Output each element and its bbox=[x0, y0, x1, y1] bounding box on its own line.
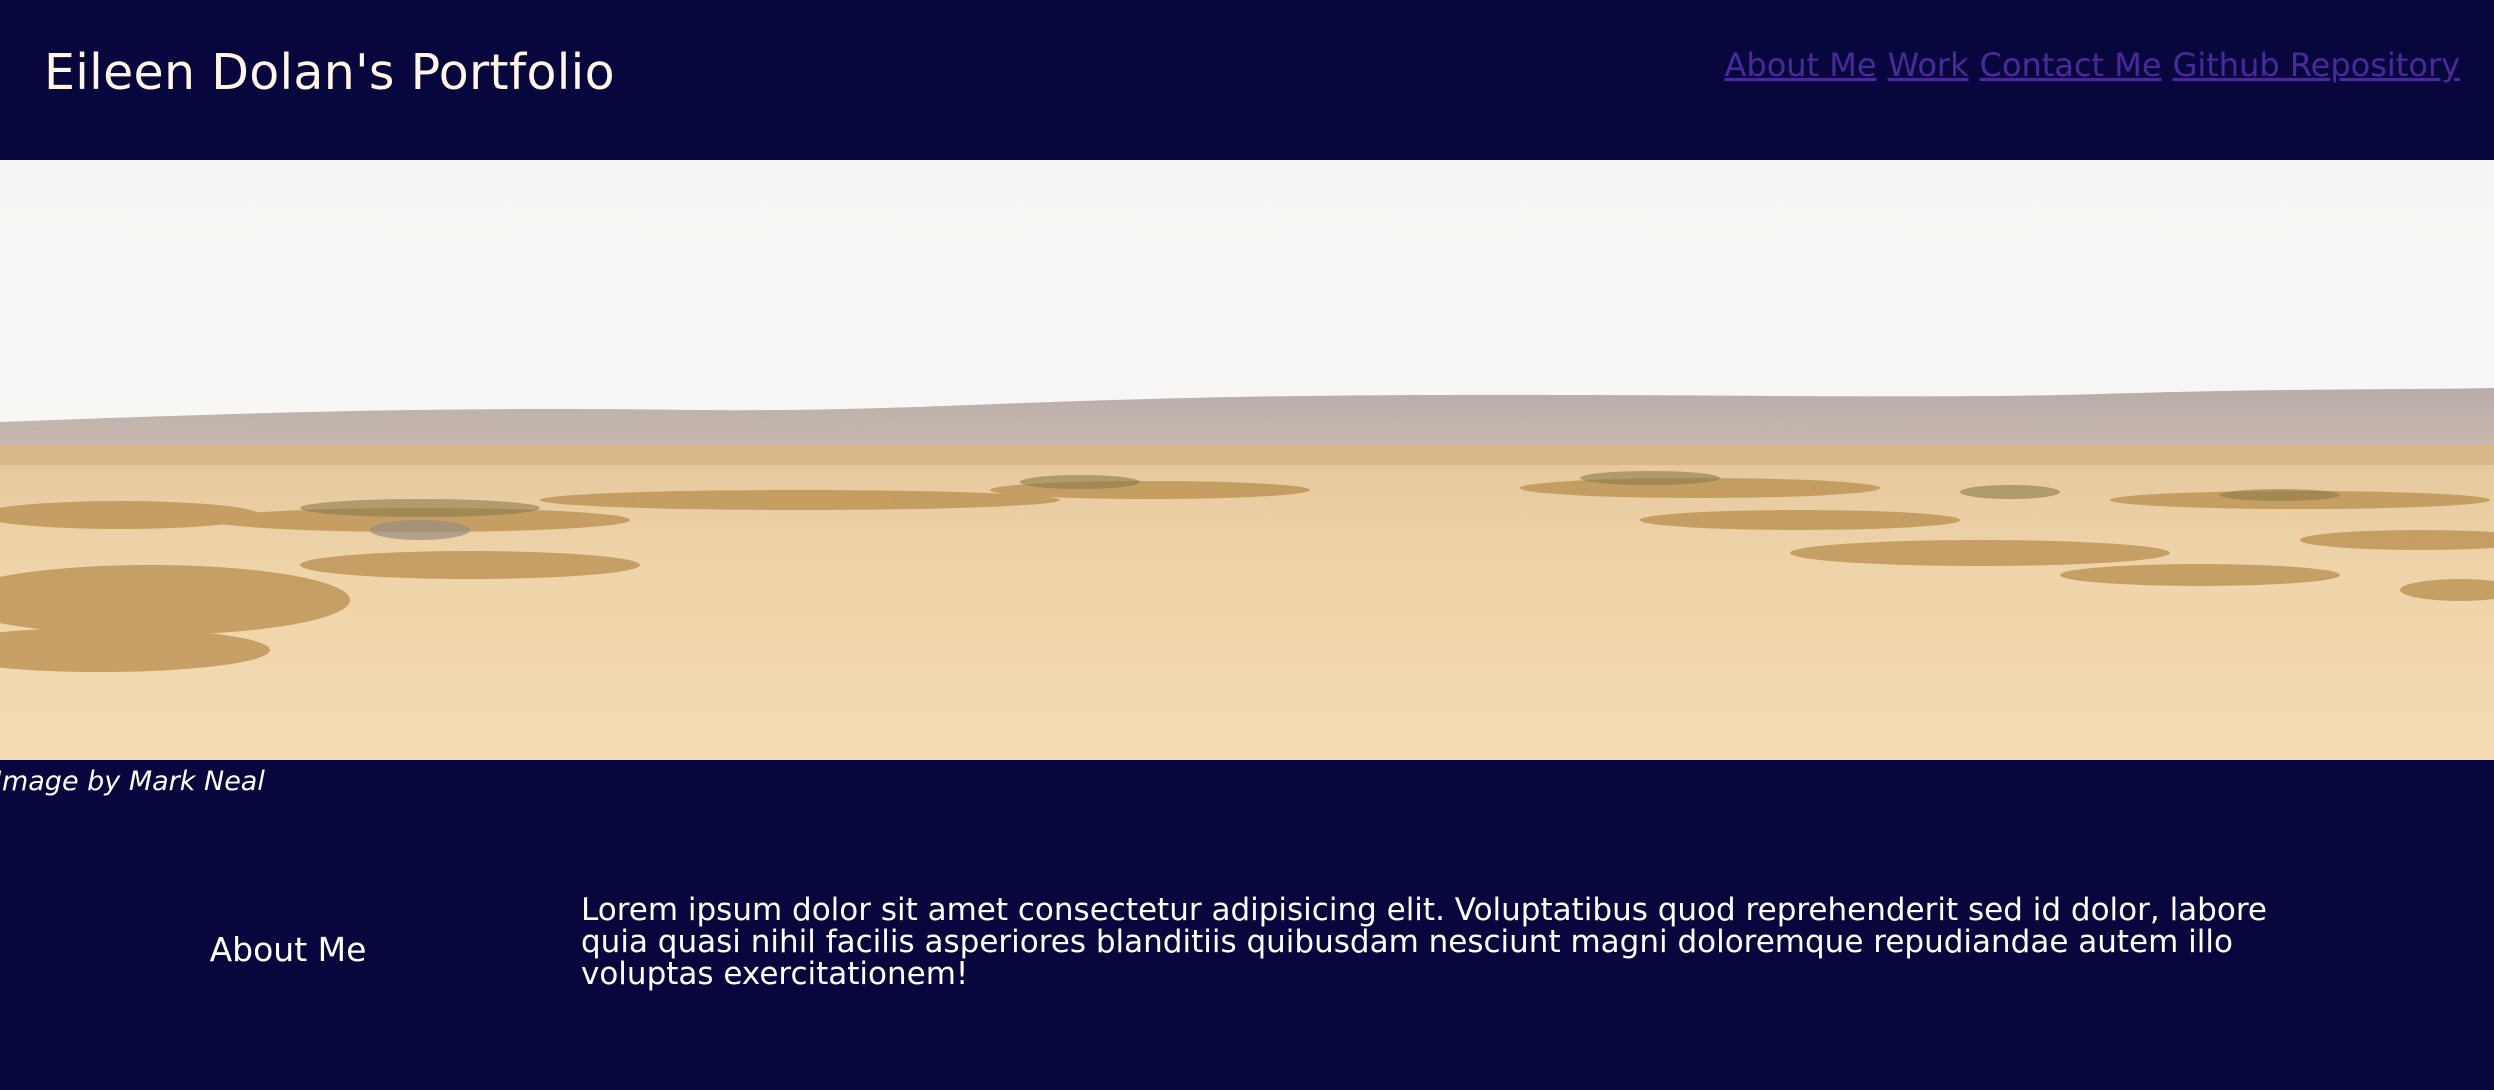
about-section: About Me Lorem ipsum dolor sit amet cons… bbox=[0, 880, 2494, 1030]
hero-image bbox=[0, 160, 2494, 760]
nav-link-about-me[interactable]: About Me bbox=[1724, 46, 1876, 84]
about-heading: About Me bbox=[209, 930, 367, 969]
page: Eileen Dolan's Portfolio About Me Work C… bbox=[0, 0, 2494, 1090]
nav-link-contact-me[interactable]: Contact Me bbox=[1980, 46, 2162, 84]
site-title: Eileen Dolan's Portfolio bbox=[44, 44, 615, 101]
nav-link-github-repository[interactable]: Github Repository bbox=[2173, 46, 2460, 84]
main-nav: About Me Work Contact Me Github Reposito… bbox=[1724, 46, 2460, 84]
image-caption: Image by Mark Neal bbox=[0, 766, 265, 797]
about-text: Lorem ipsum dolor sit amet consectetur a… bbox=[581, 892, 2267, 992]
nav-link-work[interactable]: Work bbox=[1888, 46, 1969, 84]
desert-landscape-illustration bbox=[0, 160, 2494, 760]
site-header: Eileen Dolan's Portfolio About Me Work C… bbox=[0, 0, 2494, 160]
